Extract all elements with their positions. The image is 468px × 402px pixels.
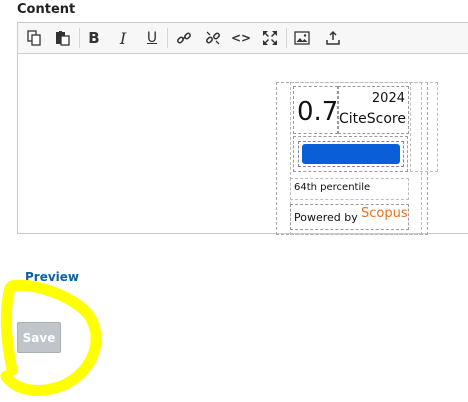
widget-side-column: [410, 82, 438, 172]
bold-icon[interactable]: B: [84, 27, 104, 49]
field-label: Content: [17, 2, 76, 17]
underline-icon[interactable]: U: [142, 27, 162, 49]
percentile-bar-track: [298, 141, 404, 167]
scopus-logo[interactable]: Scopus: [361, 206, 408, 221]
citescore-value: 0.7: [297, 97, 339, 127]
upload-icon[interactable]: [323, 27, 343, 49]
copy-icon[interactable]: [24, 27, 44, 49]
score-cell: 0.7: [293, 86, 338, 134]
percentile-text: 64th percentile: [294, 182, 371, 193]
toolbar-separator: [79, 28, 80, 48]
code-icon[interactable]: <>: [231, 27, 251, 49]
maximize-icon[interactable]: [260, 27, 280, 49]
citescore-year: 2024: [371, 91, 405, 106]
powered-by-cell: Powered by Scopus: [290, 204, 409, 230]
powered-by-text: Powered by: [294, 211, 358, 224]
link-icon[interactable]: [174, 27, 194, 49]
image-icon[interactable]: [292, 27, 312, 49]
unlink-icon[interactable]: [203, 27, 223, 49]
citescore-label: CiteScore: [339, 111, 406, 127]
percentile-bar-fill: [302, 144, 400, 164]
editor-toolbar: B I U <>: [18, 23, 468, 54]
italic-icon[interactable]: I: [113, 27, 133, 49]
paste-icon[interactable]: [52, 27, 72, 49]
rich-text-editor[interactable]: B I U <> 0.7 2024 CiteScore 64th percent…: [17, 22, 468, 235]
percentile-bar-cell: [293, 136, 408, 172]
save-button[interactable]: Save: [17, 322, 61, 353]
toolbar-separator: [167, 28, 168, 48]
percentile-cell: 64th percentile: [290, 178, 409, 200]
toolbar-separator: [286, 28, 287, 48]
year-cell: 2024 CiteScore: [338, 86, 409, 134]
